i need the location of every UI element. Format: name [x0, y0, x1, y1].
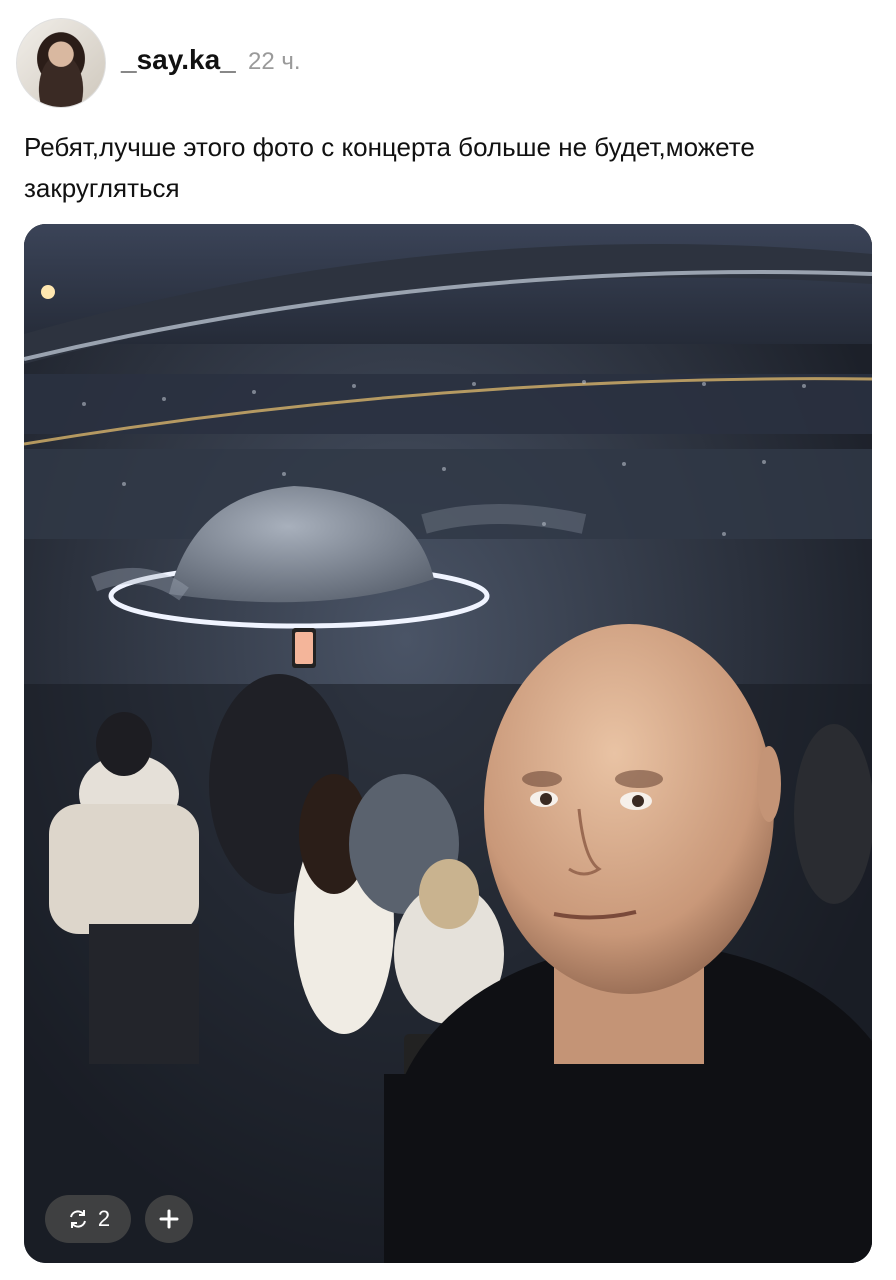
post-text: Ребят,лучше этого фото с концерта больше… [24, 132, 755, 203]
plus-icon [159, 1209, 179, 1229]
post-header: _say.ka_ 22 ч. [16, 18, 876, 108]
concert-selfie-illustration [24, 224, 872, 1263]
repost-icon [69, 1210, 86, 1228]
avatar[interactable] [16, 18, 106, 108]
repost-count-badge[interactable]: 2 [45, 1195, 131, 1243]
username[interactable]: _say.ka_ [121, 44, 236, 76]
repost-count: 2 [97, 1206, 111, 1231]
add-button[interactable] [145, 1195, 193, 1243]
post-photo[interactable] [24, 224, 872, 1263]
post-timestamp: 22 ч. [248, 48, 301, 75]
